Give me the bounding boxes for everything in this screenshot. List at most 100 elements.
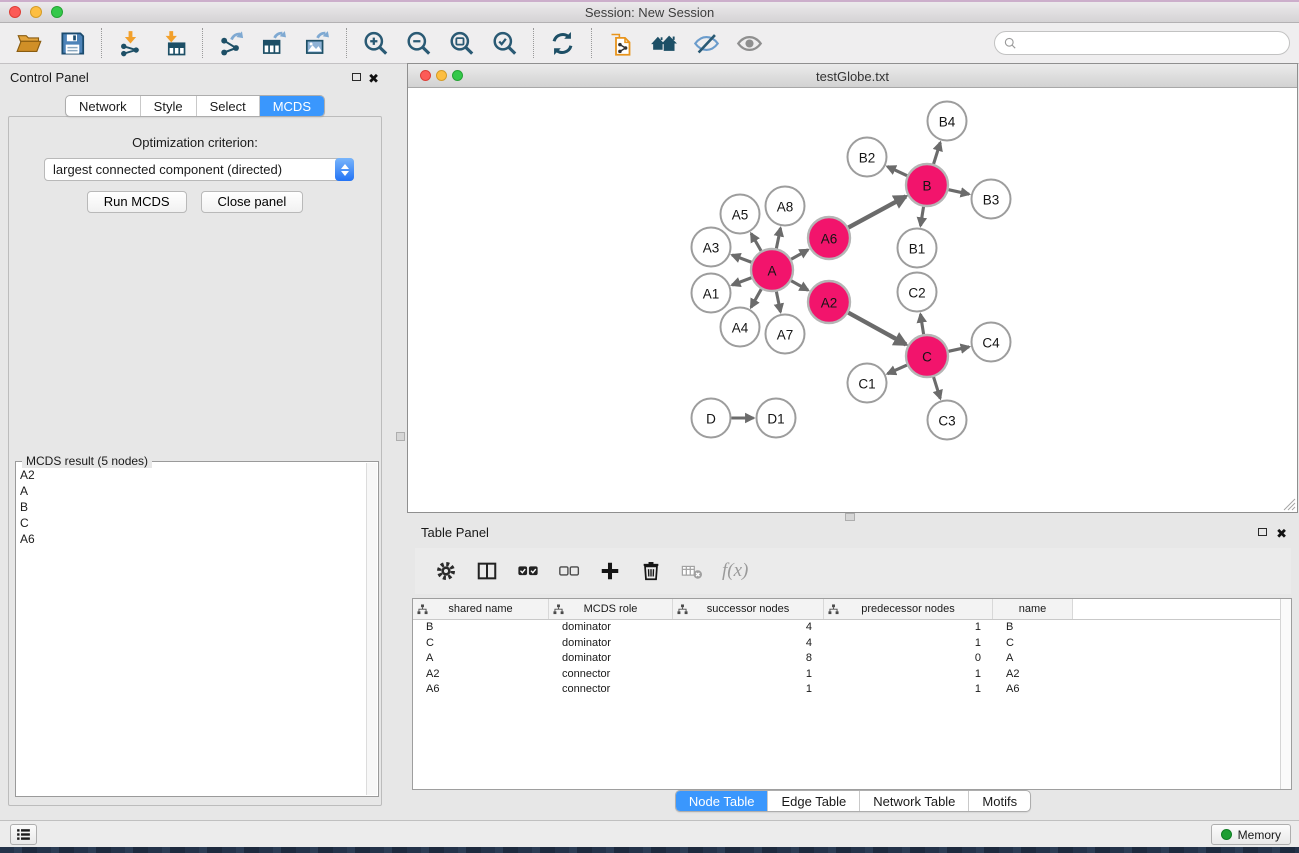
table-row[interactable]: Adominator80A xyxy=(413,651,1291,667)
column-header[interactable]: name xyxy=(993,599,1073,619)
zoom-in-button[interactable] xyxy=(354,26,397,60)
column-header[interactable]: shared name xyxy=(413,599,549,619)
column-view-button[interactable] xyxy=(470,554,503,588)
tab-network-table[interactable]: Network Table xyxy=(860,791,969,811)
show-panels-button[interactable] xyxy=(10,824,37,845)
graph-edge-A-A6[interactable] xyxy=(791,250,808,259)
graph-edge-C-C2[interactable] xyxy=(920,314,923,334)
graph-edge-A-A4[interactable] xyxy=(751,289,761,307)
close-table-panel-icon[interactable]: ✖ xyxy=(1276,527,1287,540)
tab-motifs[interactable]: Motifs xyxy=(969,791,1030,811)
table-scrollbar[interactable] xyxy=(1280,599,1291,789)
graph-node-A3[interactable]: A3 xyxy=(692,228,731,267)
close-panel-button[interactable]: Close panel xyxy=(201,191,304,213)
graph-node-B2[interactable]: B2 xyxy=(848,138,887,177)
memory-button[interactable]: Memory xyxy=(1211,824,1291,845)
graph-node-D1[interactable]: D1 xyxy=(757,399,796,438)
graph-node-B1[interactable]: B1 xyxy=(898,229,937,268)
graph-edge-C-C1[interactable] xyxy=(888,365,907,374)
select-all-columns-button[interactable] xyxy=(511,554,544,588)
graph-edge-A-A7[interactable] xyxy=(776,292,780,312)
list-item[interactable]: A2 xyxy=(20,467,363,483)
graph-node-C3[interactable]: C3 xyxy=(928,401,967,440)
function-builder-button[interactable]: f(x) xyxy=(716,554,754,588)
graph-node-A8[interactable]: A8 xyxy=(766,187,805,226)
list-item[interactable]: C xyxy=(20,515,363,531)
search-input[interactable] xyxy=(1022,34,1281,52)
zoom-fit-button[interactable] xyxy=(440,26,483,60)
unselect-all-columns-button[interactable] xyxy=(552,554,585,588)
network-canvas[interactable]: AA6A2BCA5A8A3A1A4A7B2B4B3B1C2C4C1C3DD1 xyxy=(408,89,1297,512)
create-column-button[interactable] xyxy=(593,554,626,588)
graph-edge-A-A5[interactable] xyxy=(751,234,761,251)
zoom-selected-button[interactable] xyxy=(483,26,526,60)
graph-edge-B-B4[interactable] xyxy=(934,142,941,164)
delete-columns-button[interactable] xyxy=(634,554,667,588)
resize-grip-icon[interactable] xyxy=(1283,498,1296,511)
refresh-network-button[interactable] xyxy=(541,26,584,60)
save-session-button[interactable] xyxy=(51,26,94,60)
column-header[interactable]: MCDS role xyxy=(549,599,673,619)
graph-node-C2[interactable]: C2 xyxy=(898,273,937,312)
search-box[interactable] xyxy=(994,31,1290,55)
graph-node-B[interactable]: B xyxy=(906,164,948,206)
result-list-scrollbar[interactable] xyxy=(366,463,377,795)
run-mcds-button[interactable]: Run MCDS xyxy=(87,191,187,213)
list-item[interactable]: A6 xyxy=(20,531,363,547)
graph-edge-A-A2[interactable] xyxy=(791,281,808,290)
graph-node-D[interactable]: D xyxy=(692,399,731,438)
table-row[interactable]: Cdominator41C xyxy=(413,636,1291,652)
tab-network[interactable]: Network xyxy=(66,96,141,116)
list-item[interactable]: B xyxy=(20,499,363,515)
tab-edge-table[interactable]: Edge Table xyxy=(768,791,860,811)
tab-select[interactable]: Select xyxy=(197,96,260,116)
graph-edge-B-B1[interactable] xyxy=(921,207,924,226)
graph-node-A1[interactable]: A1 xyxy=(692,274,731,313)
table-row[interactable]: A2connector11A2 xyxy=(413,667,1291,683)
table-settings-button[interactable] xyxy=(429,554,462,588)
graph-node-A6[interactable]: A6 xyxy=(808,217,850,259)
graph-edge-C-C4[interactable] xyxy=(948,347,969,351)
graph-edge-A-A8[interactable] xyxy=(776,228,780,248)
float-panel-icon[interactable] xyxy=(352,73,361,81)
graph-node-A2[interactable]: A2 xyxy=(808,281,850,323)
tab-node-table[interactable]: Node Table xyxy=(676,791,769,811)
tab-style[interactable]: Style xyxy=(141,96,197,116)
float-table-panel-icon[interactable] xyxy=(1258,528,1267,536)
graph-node-C4[interactable]: C4 xyxy=(972,323,1011,362)
graph-edge-A-A3[interactable] xyxy=(732,255,751,262)
table-row[interactable]: Bdominator41B xyxy=(413,620,1291,636)
export-image-button[interactable] xyxy=(296,26,339,60)
list-item[interactable]: A xyxy=(20,483,363,499)
close-panel-icon[interactable]: ✖ xyxy=(368,72,379,85)
graph-node-C1[interactable]: C1 xyxy=(848,364,887,403)
export-table-button[interactable] xyxy=(253,26,296,60)
export-network-button[interactable] xyxy=(210,26,253,60)
graph-node-A7[interactable]: A7 xyxy=(766,315,805,354)
tab-mcds[interactable]: MCDS xyxy=(260,96,324,116)
graph-edge-A2-C[interactable] xyxy=(848,313,906,345)
graph-node-C[interactable]: C xyxy=(906,335,948,377)
open-session-button[interactable] xyxy=(8,26,51,60)
graph-edge-B-B2[interactable] xyxy=(887,167,907,176)
column-header[interactable]: predecessor nodes xyxy=(824,599,993,619)
graph-node-B3[interactable]: B3 xyxy=(972,180,1011,219)
hide-graphics-details-button[interactable] xyxy=(685,26,728,60)
import-network-button[interactable] xyxy=(109,26,152,60)
vertical-split-handle[interactable] xyxy=(396,432,405,441)
zoom-out-button[interactable] xyxy=(397,26,440,60)
graph-edge-B-B3[interactable] xyxy=(948,190,969,194)
import-table-button[interactable] xyxy=(152,26,195,60)
dropdown-stepper[interactable] xyxy=(335,158,354,181)
column-header[interactable]: successor nodes xyxy=(673,599,824,619)
graph-edge-C-C3[interactable] xyxy=(934,377,941,399)
graph-edge-A-A1[interactable] xyxy=(732,278,751,285)
home-button[interactable] xyxy=(642,26,685,60)
graph-node-A[interactable]: A xyxy=(751,249,793,291)
delete-table-button[interactable] xyxy=(675,554,708,588)
graph-node-B4[interactable]: B4 xyxy=(928,102,967,141)
network-window-titlebar[interactable]: testGlobe.txt xyxy=(408,64,1297,88)
network-file-copy-button[interactable] xyxy=(599,26,642,60)
show-eye-button[interactable] xyxy=(728,26,771,60)
graph-node-A5[interactable]: A5 xyxy=(721,195,760,234)
